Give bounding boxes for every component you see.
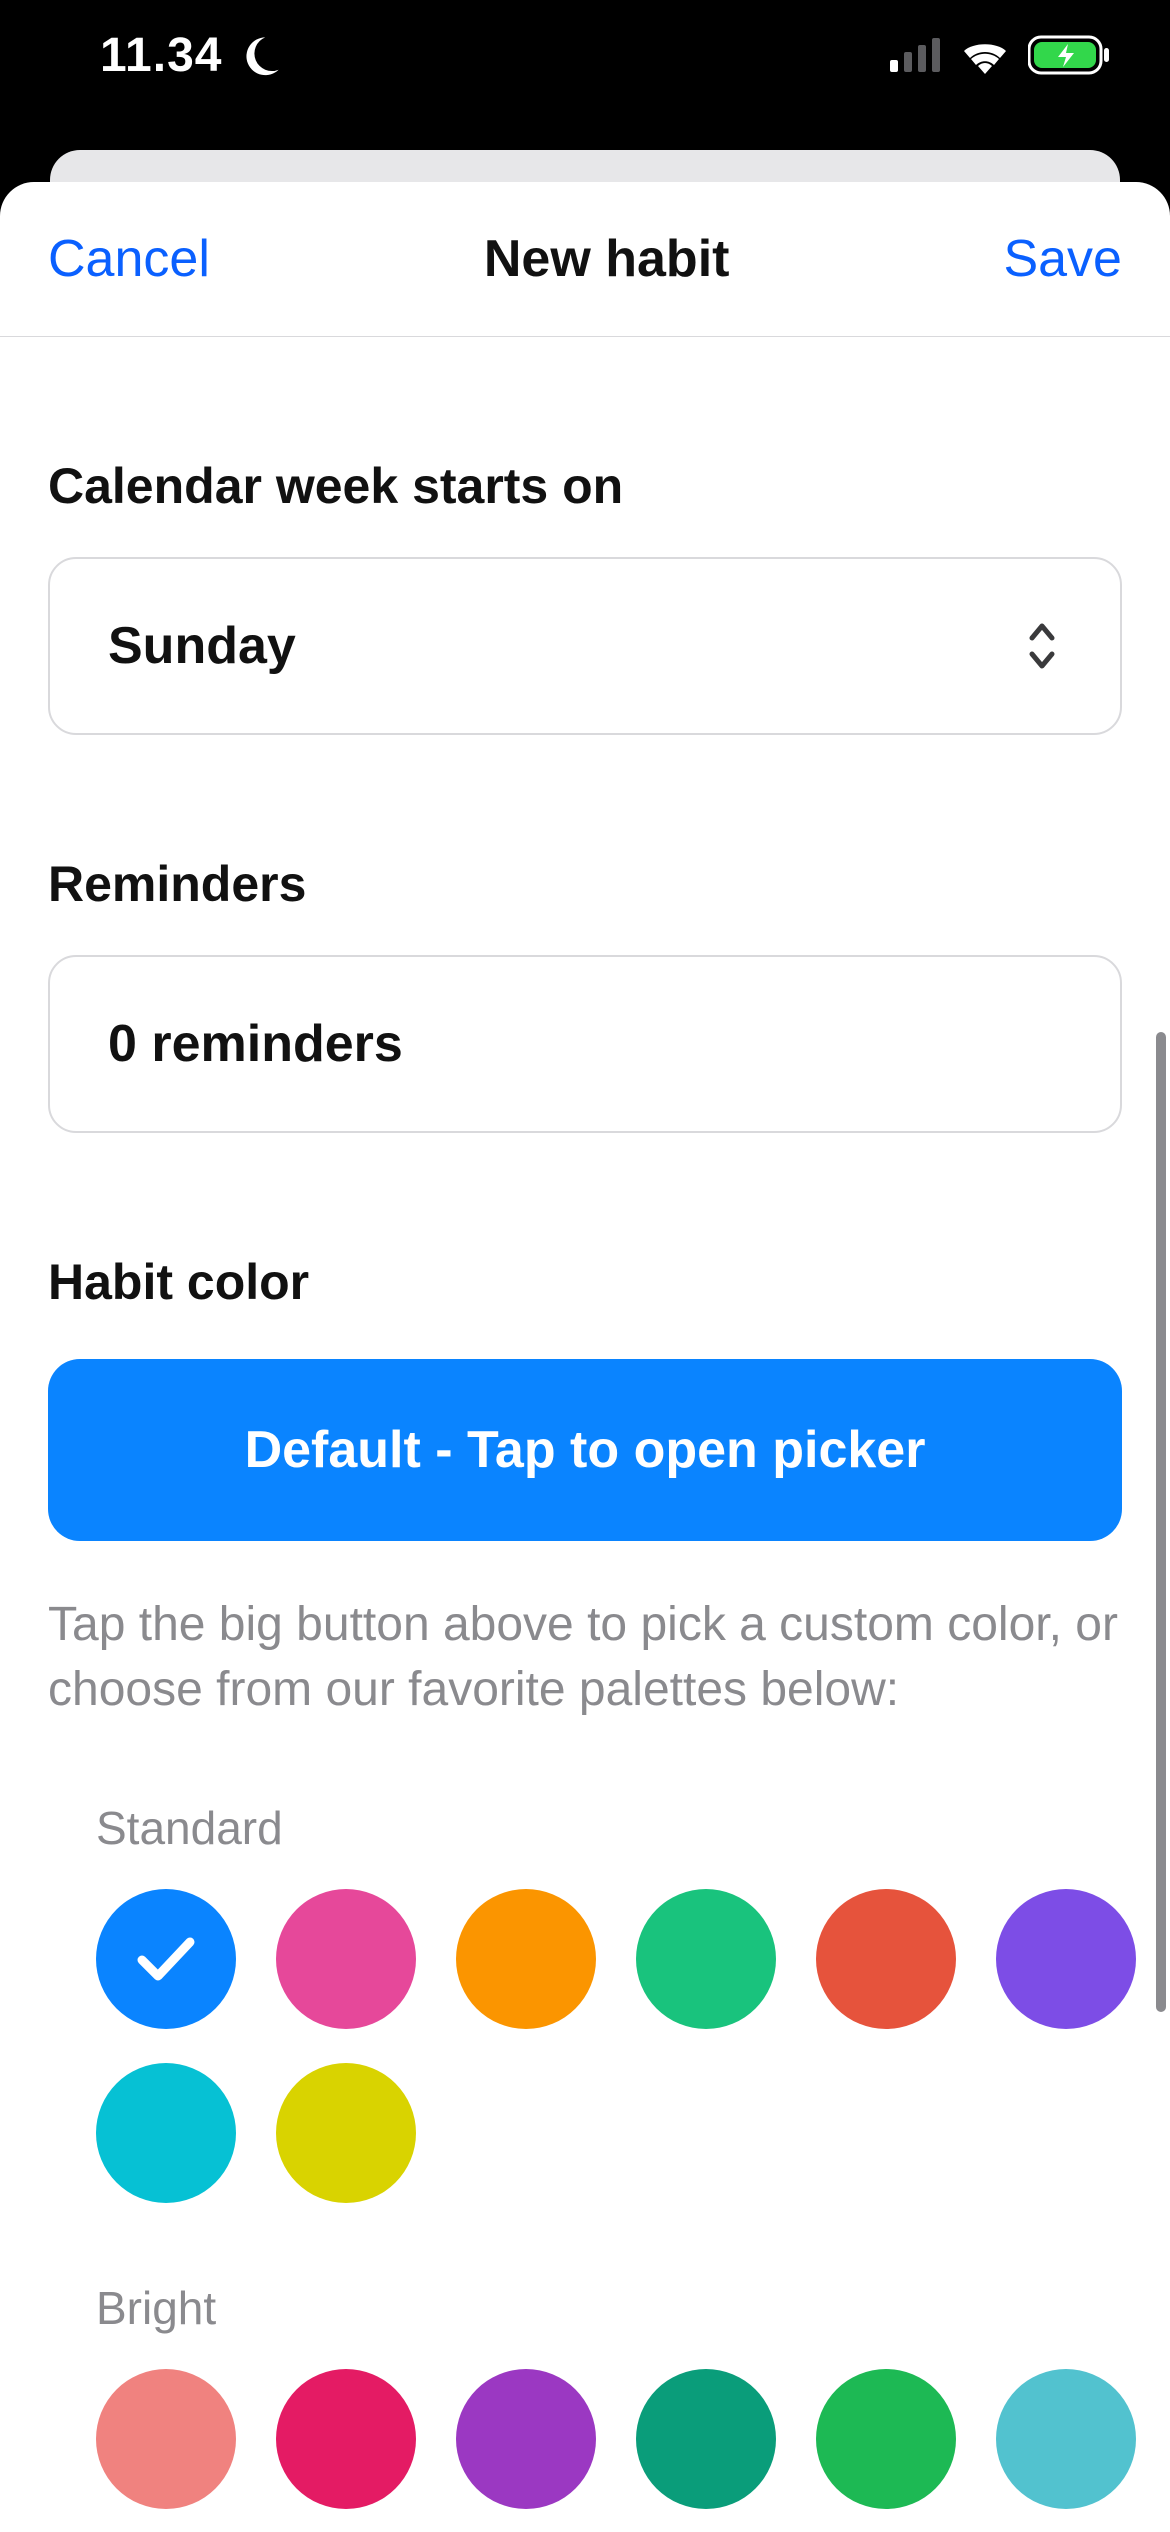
cellular-signal-icon [890, 38, 942, 72]
up-down-chevron-icon [1022, 618, 1062, 674]
palette-standard-title: Standard [96, 1801, 1122, 1855]
cancel-button[interactable]: Cancel [48, 229, 210, 289]
swatch-standard-2[interactable] [456, 1889, 596, 2029]
swatch-standard-4[interactable] [816, 1889, 956, 2029]
swatch-standard-1[interactable] [276, 1889, 416, 2029]
swatch-bright-4[interactable] [816, 2369, 956, 2509]
modal-content: Calendar week starts on Sunday Reminders… [0, 457, 1170, 2532]
status-left: 11.34 [100, 28, 282, 83]
swatch-bright-5[interactable] [996, 2369, 1136, 2509]
status-right [890, 35, 1110, 75]
reminders-label: Reminders [48, 855, 1122, 913]
swatch-standard-6[interactable] [96, 2063, 236, 2203]
checkmark-icon [136, 1934, 196, 1984]
swatch-bright-2[interactable] [456, 2369, 596, 2509]
week-start-select[interactable]: Sunday [48, 557, 1122, 735]
do-not-disturb-icon [240, 34, 282, 76]
status-clock: 11.34 [100, 28, 222, 83]
week-start-label: Calendar week starts on [48, 457, 1122, 515]
swatch-standard-3[interactable] [636, 1889, 776, 2029]
palette-bright-title: Bright [96, 2281, 1122, 2335]
swatch-bright-3[interactable] [636, 2369, 776, 2509]
color-hint-text: Tap the big button above to pick a custo… [48, 1593, 1122, 1723]
swatch-bright-0[interactable] [96, 2369, 236, 2509]
palette-standard-row1 [96, 1889, 1122, 2029]
scroll-indicator[interactable] [1156, 1032, 1166, 2012]
habit-color-label: Habit color [48, 1253, 1122, 1311]
modal-title: New habit [484, 229, 730, 289]
palette-bright-row1 [96, 2369, 1122, 2509]
modal-sheet: Cancel New habit Save Calendar week star… [0, 182, 1170, 2532]
battery-charging-icon [1028, 35, 1110, 75]
reminders-select[interactable]: 0 reminders [48, 955, 1122, 1133]
modal-nav: Cancel New habit Save [0, 182, 1170, 337]
swatch-bright-1[interactable] [276, 2369, 416, 2509]
palette-standard-row2 [96, 2063, 1122, 2203]
swatch-standard-0[interactable] [96, 1889, 236, 2029]
color-picker-button[interactable]: Default - Tap to open picker [48, 1359, 1122, 1541]
status-bar: 11.34 [0, 0, 1170, 110]
week-start-value: Sunday [108, 616, 296, 676]
swatch-standard-5[interactable] [996, 1889, 1136, 2029]
wifi-icon [960, 36, 1010, 74]
reminders-value: 0 reminders [108, 1014, 403, 1074]
save-button[interactable]: Save [1003, 229, 1122, 289]
swatch-standard-7[interactable] [276, 2063, 416, 2203]
